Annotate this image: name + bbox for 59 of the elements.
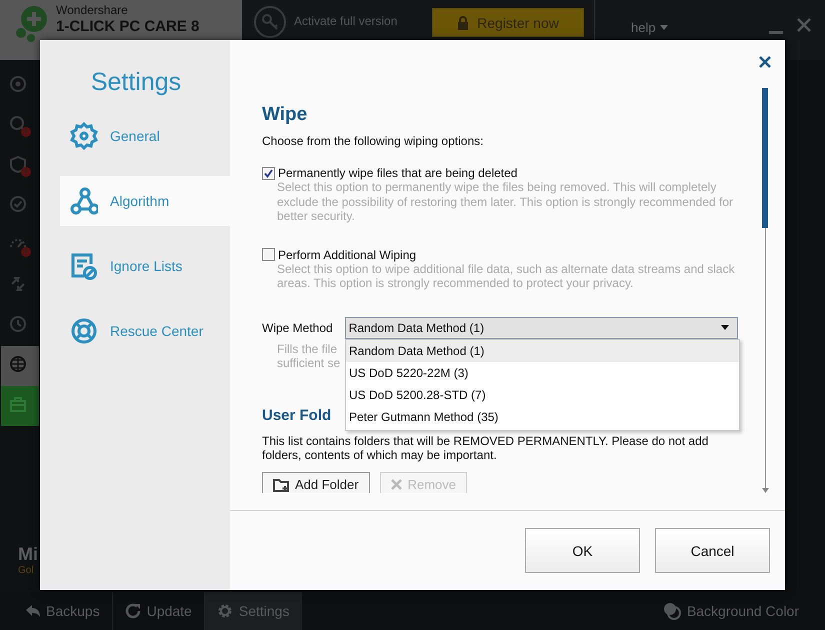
activate-link[interactable]: Activate full version bbox=[294, 14, 398, 28]
scroll-down-icon bbox=[762, 488, 768, 493]
section-heading: User Fold bbox=[262, 406, 332, 424]
key-icon[interactable] bbox=[254, 6, 286, 38]
bottom-tab[interactable]: Backups bbox=[12, 592, 113, 630]
refresh-icon bbox=[124, 603, 141, 619]
nav-item[interactable]: Algorithm bbox=[60, 176, 230, 226]
lock-icon bbox=[457, 16, 470, 30]
option-description: Select this option to wipe additional file data, such as alternate data streams and slack areas. This option is strongly recommended to protect your privacy. bbox=[277, 262, 736, 290]
dialog-button[interactable]: Cancel bbox=[655, 528, 770, 573]
checkbox[interactable] bbox=[262, 248, 275, 261]
section-heading: Wipe bbox=[262, 104, 308, 126]
field-label: Wipe Method bbox=[262, 320, 333, 334]
nodes-icon bbox=[70, 187, 98, 215]
scrollbar[interactable] bbox=[761, 88, 769, 493]
checkbox[interactable] bbox=[262, 166, 275, 180]
register-button[interactable]: Register now bbox=[432, 8, 584, 37]
close-icon[interactable] bbox=[797, 18, 811, 32]
background-color-button[interactable]: Background Color bbox=[656, 601, 805, 621]
dropdown-option[interactable]: Random Data Method (1) bbox=[346, 340, 739, 362]
document-blocked-icon bbox=[70, 252, 98, 280]
close-icon bbox=[759, 56, 771, 68]
nav-item[interactable]: General bbox=[60, 111, 230, 161]
x-icon bbox=[390, 479, 402, 490]
sidebar-tab[interactable] bbox=[1, 346, 39, 386]
dialog-button[interactable]: OK bbox=[525, 528, 640, 573]
method-description: Fills the file bbox=[277, 342, 338, 356]
method-description: sufficient se bbox=[277, 356, 340, 370]
caret-icon bbox=[720, 325, 729, 330]
lifebuoy-icon bbox=[70, 317, 98, 345]
scrollbar-thumb[interactable] bbox=[762, 88, 768, 228]
back-arrow-icon bbox=[24, 603, 40, 619]
dropdown-option[interactable]: Peter Gutmann Method (35) bbox=[346, 406, 739, 428]
sidebar-tab[interactable] bbox=[1, 386, 39, 426]
product-name: 1-CLICK PC CARE 8 bbox=[56, 18, 200, 35]
help-menu[interactable]: help bbox=[631, 20, 668, 35]
overlapping-circles-icon bbox=[662, 602, 681, 620]
close-button[interactable] bbox=[759, 56, 771, 68]
checkbox-label: Permanently wipe files that are being deleted bbox=[278, 166, 518, 180]
logo-icon bbox=[14, 3, 48, 43]
nav-item[interactable]: Rescue Center bbox=[60, 306, 230, 356]
intro-text: Choose from the following wiping options: bbox=[262, 134, 484, 148]
nav-item[interactable]: Ignore Lists bbox=[60, 241, 230, 291]
dropdown[interactable]: Random Data Method (1) bbox=[344, 316, 738, 338]
bottom-tab[interactable]: Settings bbox=[204, 592, 302, 630]
panel-subtitle: Gol bbox=[17, 565, 34, 576]
dropdown-option[interactable]: US DoD 5200.28-STD (7) bbox=[346, 384, 739, 406]
checkbox-label: Perform Additional Wiping bbox=[278, 248, 416, 262]
dialog-title: Settings bbox=[90, 68, 182, 97]
section-text: This list contains folders that will be REMOVED PERMANENTLY. Please do not add folders, contents of which may be important. bbox=[262, 434, 710, 462]
gear-icon bbox=[70, 122, 98, 150]
folder-button[interactable]: Add Folder bbox=[262, 472, 370, 493]
caret-icon bbox=[660, 25, 668, 30]
folder-plus-icon bbox=[273, 478, 289, 492]
panel-title: Mi bbox=[17, 544, 38, 565]
option-description: Select this option to permanently wipe the files being removed. This will completely exclude the possibility of restoring them later. This option is strongly recommended for better security. bbox=[277, 180, 734, 224]
gear-icon bbox=[216, 603, 233, 619]
brand-name: Wondershare bbox=[56, 3, 128, 17]
dropdown-option[interactable]: US DoD 5220-22M (3) bbox=[346, 362, 739, 384]
